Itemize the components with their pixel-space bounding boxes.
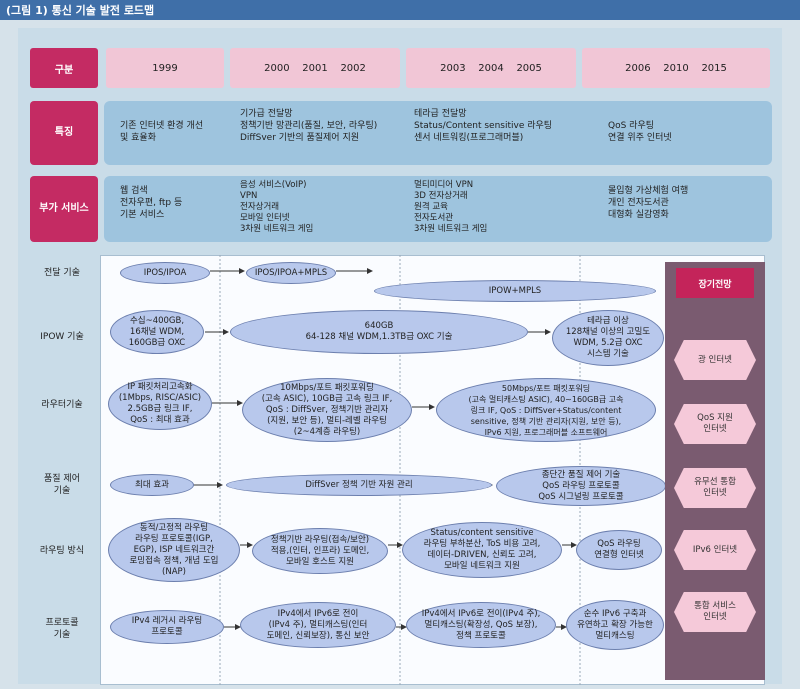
ellipse-protocol-4: 순수 IPv6 구축과 유연하고 확장 가능한 멀티캐스팅 <box>566 600 664 650</box>
figure-title: (그림 1) 통신 기술 발전 로드맵 <box>6 4 155 17</box>
ellipse-ipow-2: 640GB 64-128 채널 WDM,1.3TB급 OXC 기술 <box>230 310 528 354</box>
ellipse-ipow-1: 수십~400GB, 16채널 WDM, 160GB급 OXC <box>110 310 204 354</box>
row-label-services: 부가 서비스 <box>30 176 98 242</box>
row-label-protocol: 프로토콜 기술 <box>45 618 79 640</box>
ellipse-ipos: IPOS/IPOA <box>120 262 210 284</box>
ellipse-qos-3: 종단간 품질 제어 기술 QoS 라우팅 프로토콜 QoS 시그널링 프로토콜 <box>496 466 666 506</box>
ellipse-routing-2: 정책기반 라우팅(접속/보안) 적용,(인터, 인프라) 도메인, 모바일 호스… <box>252 528 388 574</box>
header-years-2000-2002: 2000 2001 2002 <box>230 48 400 88</box>
ellipse-routing-3: Status/content sensitive 라우팅 부하분산, ToS 비… <box>402 522 562 578</box>
row-label-transport: 전달 기술 <box>44 268 80 278</box>
ellipse-router-2: 10Mbps/포트 패킷포워딩 (고속 ASIC), 10GB급 고속 링크 I… <box>242 378 412 442</box>
ellipse-router-3: 50Mbps/포트 패킷포워딩 (고속 멀티캐스팅 ASIC), 40~160G… <box>436 378 656 442</box>
ellipse-ipow-3: 테라급 이상 128채널 이상의 고밀도 WDM, 5.2급 OXC 시스템 기… <box>552 310 664 366</box>
ellipse-protocol-1: IPv4 레거시 라우팅 프로토콜 <box>110 610 224 644</box>
outlook-header: 장기전망 <box>676 268 754 298</box>
row-label-router: 라우터기술 <box>41 400 83 410</box>
row-label-ipow: IPOW 기술 <box>40 332 84 342</box>
ellipse-routing-1: 동적/고정적 라우팅 라우팅 프로토콜(IGP, EGP), ISP 네트워크간… <box>108 518 240 582</box>
outlook-ipv6-internet: IPv6 인터넷 <box>674 530 756 570</box>
services-col-3: 멀티미디어 VPN 3D 전자상거래 원격 교육 전자도서관 3차원 네트워크 … <box>414 180 488 234</box>
features-col-4: QoS 라우팅 연결 위주 인터넷 <box>608 121 672 143</box>
ellipse-qos-1: 최대 효과 <box>110 474 194 496</box>
ellipse-protocol-2: IPv4에서 IPv6로 전이 (IPv4 주), 멀티캐스팅(인터 도메인, … <box>240 602 396 648</box>
row-label-features: 특징 <box>30 101 98 165</box>
ellipse-qos-2: DiffSver 정책 기반 자원 관리 <box>226 474 492 496</box>
row-label-qos: 품질 제어 기술 <box>44 474 80 496</box>
ellipse-routing-4: QoS 라우팅 연결형 인터넷 <box>576 530 662 570</box>
services-col-1: 웹 검색 전자우편, ftp 등 기본 서비스 <box>120 186 183 220</box>
row-label-routing: 라우팅 방식 <box>39 546 85 556</box>
services-col-4: 몰입형 가상체험 여행 개인 전자도서관 대형화 실감영화 <box>608 186 689 220</box>
features-col-2: 기가급 전달망 정책기반 망관리(품질, 보안, 라우팅) DiffSver 기… <box>240 109 378 143</box>
services-col-2: 음성 서비스(VoIP) VPN 전자상거래 모바일 인터넷 3차원 네트워크 … <box>240 180 314 234</box>
header-years-2006-2015: 2006 2010 2015 <box>582 48 770 88</box>
outlook-integrated-service-internet: 통합 서비스 인터넷 <box>674 592 756 632</box>
header-year-1999: 1999 <box>106 48 224 88</box>
features-col-1: 기존 인터넷 환경 개선 및 효율화 <box>120 121 204 143</box>
ellipse-router-1: IP 패킷처리고속화 (1Mbps, RISC/ASIC) 2.5GB급 링크 … <box>108 378 212 430</box>
outlook-qos-internet: QoS 지원 인터넷 <box>674 404 756 444</box>
ellipse-ipow-mpls: IPOW+MPLS <box>374 280 656 302</box>
ellipse-protocol-3: IPv4에서 IPv6로 전이(IPv4 주), 멀티캐스팅(확장성, QoS … <box>406 602 556 648</box>
ellipse-ipos-mpls: IPOS/IPOA+MPLS <box>246 262 336 284</box>
outlook-wired-wireless-internet: 유무선 통합 인터넷 <box>674 468 756 508</box>
outlook-optical-internet: 광 인터넷 <box>674 340 756 380</box>
header-years-2003-2005: 2003 2004 2005 <box>406 48 576 88</box>
header-label: 구분 <box>30 48 98 88</box>
features-col-3: 테라급 전달망 Status/Content sensitive 라우팅 센서 … <box>414 109 553 143</box>
